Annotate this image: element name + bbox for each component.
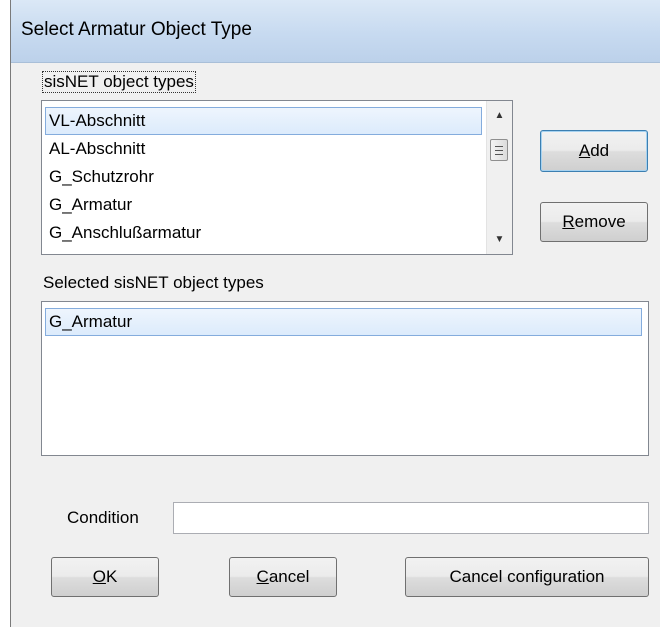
remove-button[interactable]: Remove <box>540 202 648 242</box>
condition-label: Condition <box>67 508 139 527</box>
available-types-scrollbar[interactable]: ▲ ▼ <box>486 101 512 254</box>
title-bar[interactable]: Select Armatur Object Type <box>11 0 660 63</box>
available-types-items: VL-Abschnitt AL-Abschnitt G_Schutzrohr G_Ar… <box>45 107 482 247</box>
selected-types-items: G_Armatur <box>45 308 642 336</box>
remove-accel: R <box>562 212 575 231</box>
list-item[interactable]: G_Schutzrohr <box>45 163 482 191</box>
ok-accel: O <box>92 567 106 586</box>
selected-types-label: Selected sisNET object types <box>43 273 264 292</box>
list-item[interactable]: G_Armatur <box>45 308 642 336</box>
cancel-accel: C <box>256 567 269 586</box>
scrollbar-thumb[interactable] <box>490 139 508 161</box>
cancel-label: ancel <box>268 567 310 586</box>
ok-label: K <box>105 567 118 586</box>
list-item[interactable]: VL-Abschnitt <box>45 107 482 135</box>
available-types-listbox[interactable]: VL-Abschnitt AL-Abschnitt G_Schutzrohr G_Ar… <box>41 100 513 255</box>
available-types-label: sisNET object types <box>42 71 196 93</box>
scroll-up-arrow-icon[interactable]: ▲ <box>487 103 512 128</box>
add-accel: A <box>578 141 591 160</box>
add-button[interactable]: Add <box>540 130 648 172</box>
cancel-button[interactable]: Cancel <box>229 557 337 597</box>
window-title: Select Armatur Object Type <box>21 19 252 40</box>
cancel-configuration-button[interactable]: Cancel configuration <box>405 557 649 597</box>
ok-button[interactable]: OK <box>51 557 159 597</box>
add-label: dd <box>590 141 610 160</box>
list-item[interactable]: G_Anschlußarmatur <box>45 219 482 247</box>
list-item[interactable]: G_Armatur <box>45 191 482 219</box>
list-item[interactable]: AL-Abschnitt <box>45 135 482 163</box>
cancel-configuration-label: Cancel configuration <box>449 567 605 586</box>
remove-label: emove <box>574 212 626 231</box>
condition-input[interactable] <box>173 502 649 534</box>
select-armatur-dialog: Select Armatur Object Type sisNET object… <box>10 0 660 627</box>
selected-types-listbox[interactable]: G_Armatur <box>41 301 649 456</box>
scroll-down-arrow-icon[interactable]: ▼ <box>487 227 512 252</box>
